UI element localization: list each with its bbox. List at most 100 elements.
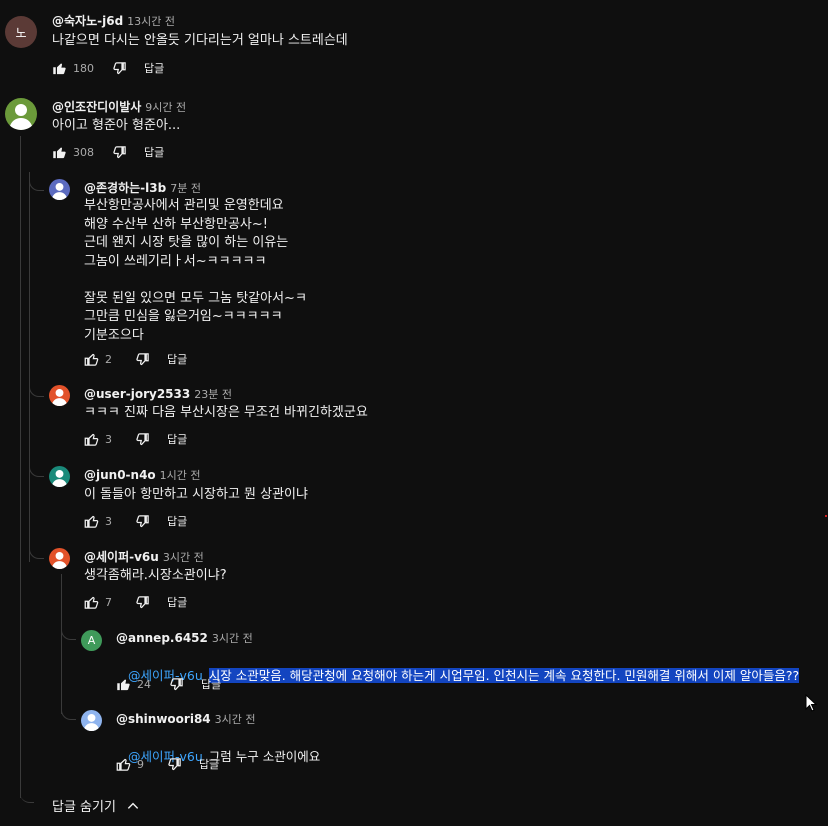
- reply-actions: 7 답글: [82, 592, 187, 612]
- thread-elbow: [29, 172, 44, 191]
- mouse-cursor-icon: [805, 693, 818, 716]
- reply-line: 그만큼 민심을 잃은거임~ㅋㅋㅋㅋㅋ: [84, 309, 283, 324]
- reply-actions: 3 답글: [82, 511, 187, 531]
- reply-line: 근데 왠지 시장 탓을 많이 하는 이유는: [84, 235, 289, 250]
- reply-button[interactable]: 답글: [199, 756, 219, 772]
- reply-author[interactable]: @존경하는-l3b 7분 전: [84, 179, 201, 196]
- avatar[interactable]: [81, 710, 102, 731]
- author-name[interactable]: @shinwoori84: [116, 712, 211, 726]
- like-icon[interactable]: [82, 593, 100, 611]
- author-name[interactable]: @세이퍼-v6u: [84, 550, 159, 564]
- edge-marker: [825, 515, 827, 517]
- like-count: 180: [73, 61, 94, 75]
- user-silhouette-icon: [51, 551, 68, 569]
- like-count: 9: [137, 757, 144, 771]
- like-count: 7: [105, 595, 112, 609]
- avatar-letter: 노: [15, 25, 27, 40]
- author-name[interactable]: @존경하는-l3b: [84, 181, 166, 195]
- like-icon[interactable]: [50, 59, 68, 77]
- hide-replies-button[interactable]: 답글 숨기기: [52, 796, 140, 815]
- hide-replies-label: 답글 숨기기: [52, 800, 116, 815]
- user-silhouette-icon: [83, 713, 100, 731]
- reply-button[interactable]: 답글: [167, 594, 187, 610]
- reply-line: 이 돌들아 항만하고 시장하고 뭔 상관이냐: [84, 487, 308, 502]
- reply-text: 이 돌들아 항만하고 시장하고 뭔 상관이냐: [84, 486, 308, 505]
- avatar[interactable]: [49, 548, 70, 569]
- avatar[interactable]: A: [81, 630, 102, 651]
- dislike-icon[interactable]: [133, 350, 151, 368]
- like-icon[interactable]: [82, 350, 100, 368]
- reply-author[interactable]: @shinwoori84 3시간 전: [116, 711, 256, 727]
- reply-button[interactable]: 답글: [144, 60, 164, 76]
- reply-time[interactable]: 3시간 전: [215, 713, 256, 726]
- comment-actions: 180 답글: [50, 58, 164, 78]
- like-icon[interactable]: [82, 512, 100, 530]
- reply-author[interactable]: @user-jory2533 23분 전: [84, 386, 232, 402]
- reply-time[interactable]: 3시간 전: [163, 551, 204, 564]
- thread-elbow: [29, 450, 44, 477]
- reply-actions: 9 답글: [114, 754, 219, 774]
- reply-actions: 24 답글: [114, 674, 221, 694]
- reply-line: [84, 271, 307, 290]
- avatar[interactable]: [49, 385, 70, 406]
- reply-button[interactable]: 답글: [201, 676, 221, 692]
- comment-line: 나같으면 다시는 안올듯 기다리는거 얼마나 스트레슨데: [52, 33, 348, 48]
- comment-text: 아이고 형준아 형준아...: [52, 117, 180, 136]
- thread-line: [61, 574, 62, 714]
- comment-text: 나같으면 다시는 안올듯 기다리는거 얼마나 스트레슨데: [52, 32, 348, 51]
- dislike-icon[interactable]: [133, 512, 151, 530]
- reply-line: 그럼 누구 소관이에요: [208, 748, 321, 764]
- like-icon[interactable]: [82, 430, 100, 448]
- author-name[interactable]: @숙자노-j6d: [52, 14, 123, 28]
- author-name[interactable]: @annep.6452: [116, 631, 208, 645]
- thread-elbow: [29, 370, 44, 397]
- dislike-icon[interactable]: [110, 143, 128, 161]
- like-icon[interactable]: [50, 143, 68, 161]
- reply-author[interactable]: @세이퍼-v6u 3시간 전: [84, 548, 204, 565]
- like-count: 3: [105, 432, 112, 446]
- reply-time[interactable]: 7분 전: [170, 182, 201, 195]
- comment-author[interactable]: @숙자노-j6d 13시간 전: [52, 12, 175, 29]
- avatar[interactable]: 노: [5, 16, 37, 48]
- like-count: 2: [105, 352, 112, 366]
- reply-line: 생각좀해라.시장소관이냐?: [84, 568, 227, 583]
- dislike-icon[interactable]: [110, 59, 128, 77]
- dislike-icon[interactable]: [165, 755, 183, 773]
- user-silhouette-icon: [51, 469, 68, 487]
- dislike-icon[interactable]: [133, 593, 151, 611]
- reply-button[interactable]: 답글: [167, 513, 187, 529]
- like-icon[interactable]: [114, 675, 132, 693]
- reply-time[interactable]: 1시간 전: [160, 469, 201, 482]
- reply-button[interactable]: 답글: [167, 351, 187, 367]
- comment-time[interactable]: 9시간 전: [145, 101, 186, 114]
- comment-time[interactable]: 13시간 전: [127, 15, 175, 28]
- avatar[interactable]: [49, 179, 70, 200]
- comment-actions: 308 답글: [50, 142, 164, 162]
- reply-time[interactable]: 3시간 전: [212, 632, 253, 645]
- author-name[interactable]: @jun0-n4o: [84, 468, 156, 482]
- reply-line: 부산항만공사에서 관리및 운영한데요: [84, 198, 284, 213]
- thread-elbow: [61, 695, 76, 720]
- avatar[interactable]: [5, 98, 37, 130]
- thread-elbow: [61, 615, 76, 640]
- comment-author[interactable]: @인조잔디이발사 9시간 전: [52, 98, 186, 115]
- reply-time[interactable]: 23분 전: [194, 388, 232, 401]
- author-name[interactable]: @user-jory2533: [84, 387, 190, 401]
- like-count: 24: [137, 677, 151, 691]
- reply-actions: 3 답글: [82, 429, 187, 449]
- dislike-icon[interactable]: [167, 675, 185, 693]
- reply-button[interactable]: 답글: [144, 144, 164, 160]
- dislike-icon[interactable]: [133, 430, 151, 448]
- like-count: 308: [73, 145, 94, 159]
- thread-line: [29, 172, 30, 562]
- reply-author[interactable]: @annep.6452 3시간 전: [116, 630, 253, 646]
- reply-button[interactable]: 답글: [167, 431, 187, 447]
- reply-line: 기분조으다: [84, 327, 144, 343]
- avatar[interactable]: [49, 466, 70, 487]
- author-name[interactable]: @인조잔디이발사: [52, 100, 141, 114]
- reply-author[interactable]: @jun0-n4o 1시간 전: [84, 467, 201, 483]
- like-icon[interactable]: [114, 755, 132, 773]
- user-silhouette-icon: [9, 104, 33, 130]
- user-silhouette-icon: [51, 182, 68, 200]
- chevron-up-icon: [126, 799, 140, 813]
